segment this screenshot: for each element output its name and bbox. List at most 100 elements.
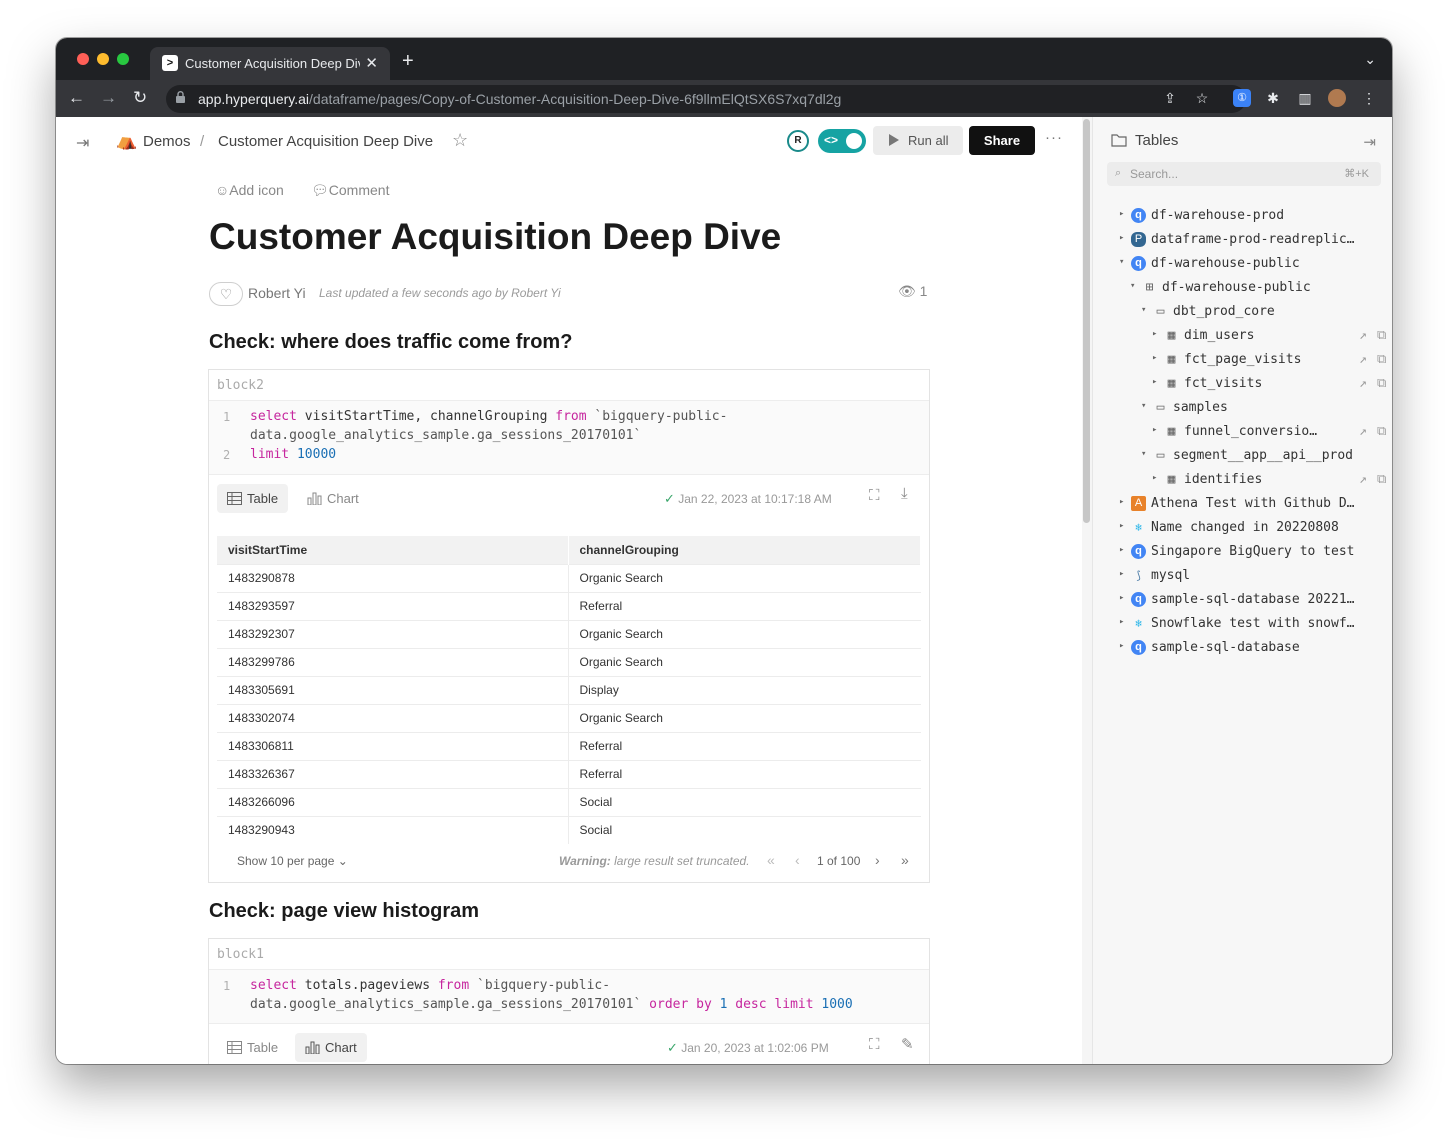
copy-icon[interactable]: ⧉ xyxy=(1377,376,1386,391)
tree-item[interactable]: ▸▦dim_users↗⧉ xyxy=(1152,325,1389,349)
side-panel-icon[interactable]: ▥ xyxy=(1296,89,1314,107)
password-manager-icon[interactable]: ① xyxy=(1233,89,1251,107)
table-cell[interactable]: Social xyxy=(568,788,921,816)
breadcrumb-workspace[interactable]: Demos xyxy=(143,133,191,150)
tab-chart[interactable]: Chart xyxy=(297,484,369,513)
collapse-sidebar-icon[interactable]: ⇥ xyxy=(1363,133,1376,151)
caret-right-icon[interactable]: ▸ xyxy=(1152,473,1157,483)
caret-right-icon[interactable]: ▸ xyxy=(1152,425,1157,435)
caret-down-icon[interactable]: ▾ xyxy=(1141,305,1146,315)
caret-right-icon[interactable]: ▸ xyxy=(1119,641,1124,651)
code-visibility-toggle[interactable]: <> xyxy=(818,129,866,153)
share-page-icon[interactable]: ⇪ xyxy=(1161,89,1179,107)
new-tab-icon[interactable]: + xyxy=(402,50,414,73)
tree-item[interactable]: ▸▦funnel_conversio…↗⧉ xyxy=(1152,421,1389,445)
collaborator-avatar[interactable]: R xyxy=(787,130,809,152)
breadcrumb-page[interactable]: Customer Acquisition Deep Dive xyxy=(218,133,433,150)
tree-item[interactable]: ▾▭segment__app__api__prod xyxy=(1141,445,1389,469)
next-page-icon[interactable]: › xyxy=(875,852,880,868)
caret-right-icon[interactable]: ▸ xyxy=(1119,569,1124,579)
table-cell[interactable]: Social xyxy=(568,816,921,844)
table-cell[interactable]: Organic Search xyxy=(568,564,921,592)
profile-avatar-icon[interactable] xyxy=(1328,89,1346,107)
tree-item[interactable]: ▸▦identifies↗⧉ xyxy=(1152,469,1389,493)
caret-right-icon[interactable]: ▸ xyxy=(1152,377,1157,387)
tree-item[interactable]: ▸▦fct_page_visits↗⧉ xyxy=(1152,349,1389,373)
browser-tab[interactable]: > Customer Acquisition Deep Dive ✕ xyxy=(150,47,390,80)
table-cell[interactable]: 1483292307 xyxy=(217,620,568,648)
tree-item[interactable]: ▸qsample-sql-database 20221… xyxy=(1119,589,1389,613)
caret-down-icon[interactable]: ▾ xyxy=(1119,257,1124,267)
caret-down-icon[interactable]: ▾ xyxy=(1141,401,1146,411)
block-name[interactable]: block2 xyxy=(217,378,264,393)
caret-right-icon[interactable]: ▸ xyxy=(1119,233,1124,243)
table-cell[interactable]: 1483299786 xyxy=(217,648,568,676)
table-cell[interactable]: 1483326367 xyxy=(217,760,568,788)
table-cell[interactable]: 1483293597 xyxy=(217,592,568,620)
address-bar[interactable]: app.hyperquery.ai/dataframe/pages/Copy-o… xyxy=(166,85,1246,113)
table-cell[interactable]: 1483290943 xyxy=(217,816,568,844)
code-editor[interactable]: 1select visitStartTime, channelGrouping … xyxy=(209,400,929,475)
caret-right-icon[interactable]: ▸ xyxy=(1119,545,1124,555)
table-cell[interactable]: Organic Search xyxy=(568,620,921,648)
tree-item[interactable]: ▸qSingapore BigQuery to test xyxy=(1119,541,1389,565)
open-table-icon[interactable]: ↗ xyxy=(1359,472,1367,487)
forward-icon[interactable]: → xyxy=(100,88,117,108)
caret-right-icon[interactable]: ▸ xyxy=(1152,353,1157,363)
close-tab-icon[interactable]: ✕ xyxy=(365,54,378,72)
scrollbar-thumb[interactable] xyxy=(1083,119,1090,523)
share-button[interactable]: Share xyxy=(969,126,1035,155)
tree-item[interactable]: ▾▭dbt_prod_core xyxy=(1141,301,1389,325)
tab-table[interactable]: Table xyxy=(217,1033,288,1062)
table-cell[interactable]: Referral xyxy=(568,760,921,788)
tree-item[interactable]: ▸AAthena Test with Github D… xyxy=(1119,493,1389,517)
comment-button[interactable]: 💬︎Comment xyxy=(311,182,389,199)
tree-item[interactable]: ▸❄Name changed in 20220808 xyxy=(1119,517,1389,541)
table-search-input[interactable]: ⌕ Search... ⌘+K xyxy=(1107,162,1381,186)
code-editor[interactable]: 1select totals.pageviews from `bigquery-… xyxy=(209,969,929,1024)
table-cell[interactable]: Referral xyxy=(568,732,921,760)
tree-item[interactable]: ▾▭samples xyxy=(1141,397,1389,421)
prev-page-icon[interactable]: ‹ xyxy=(795,852,800,868)
fullscreen-icon[interactable]: ⛶ xyxy=(869,487,880,504)
bookmark-star-icon[interactable]: ☆ xyxy=(1193,89,1211,107)
table-cell[interactable]: Organic Search xyxy=(568,648,921,676)
more-options-icon[interactable]: ··· xyxy=(1045,129,1063,146)
minimize-window-button[interactable] xyxy=(97,53,109,65)
download-icon[interactable]: ⤓ xyxy=(901,485,908,502)
tree-item[interactable]: ▾⊞df-warehouse-public xyxy=(1130,277,1389,301)
table-cell[interactable]: 1483266096 xyxy=(217,788,568,816)
tree-item[interactable]: ▸Pdataframe-prod-readreplic… xyxy=(1119,229,1389,253)
table-cell[interactable]: Referral xyxy=(568,592,921,620)
column-header[interactable]: visitStartTime xyxy=(217,536,568,564)
open-table-icon[interactable]: ↗ xyxy=(1359,424,1367,439)
copy-icon[interactable]: ⧉ xyxy=(1377,352,1386,367)
caret-right-icon[interactable]: ▸ xyxy=(1119,497,1124,507)
copy-icon[interactable]: ⧉ xyxy=(1377,328,1386,343)
caret-right-icon[interactable]: ▸ xyxy=(1152,329,1157,339)
favorite-star-icon[interactable]: ☆ xyxy=(452,130,468,151)
copy-icon[interactable]: ⧉ xyxy=(1377,472,1386,487)
block-name[interactable]: block1 xyxy=(217,947,264,962)
caret-right-icon[interactable]: ▸ xyxy=(1119,521,1124,531)
copy-icon[interactable]: ⧉ xyxy=(1377,424,1386,439)
table-cell[interactable]: 1483305691 xyxy=(217,676,568,704)
tree-item[interactable]: ▸❄Snowflake test with snowf… xyxy=(1119,613,1389,637)
main-scrollbar[interactable] xyxy=(1082,117,1092,1064)
browser-menu-icon[interactable]: ⋮ xyxy=(1360,89,1378,107)
run-all-button[interactable]: Run all xyxy=(873,126,963,155)
table-cell[interactable]: 1483306811 xyxy=(217,732,568,760)
table-cell[interactable]: 1483302074 xyxy=(217,704,568,732)
edit-pencil-icon[interactable]: ✎ xyxy=(901,1035,914,1053)
tab-table[interactable]: Table xyxy=(217,484,288,513)
open-table-icon[interactable]: ↗ xyxy=(1359,352,1367,367)
back-icon[interactable]: ← xyxy=(68,88,85,108)
tree-item[interactable]: ▾qdf-warehouse-public xyxy=(1119,253,1389,277)
close-window-button[interactable] xyxy=(77,53,89,65)
caret-down-icon[interactable]: ▾ xyxy=(1130,281,1135,291)
tree-item[interactable]: ▸qsample-sql-database xyxy=(1119,637,1389,661)
open-table-icon[interactable]: ↗ xyxy=(1359,328,1367,343)
tab-search-chevron-icon[interactable]: ⌄ xyxy=(1364,51,1376,68)
add-icon-button[interactable]: ☺Add icon xyxy=(215,182,284,198)
tree-item[interactable]: ▸qdf-warehouse-prod xyxy=(1119,205,1389,229)
